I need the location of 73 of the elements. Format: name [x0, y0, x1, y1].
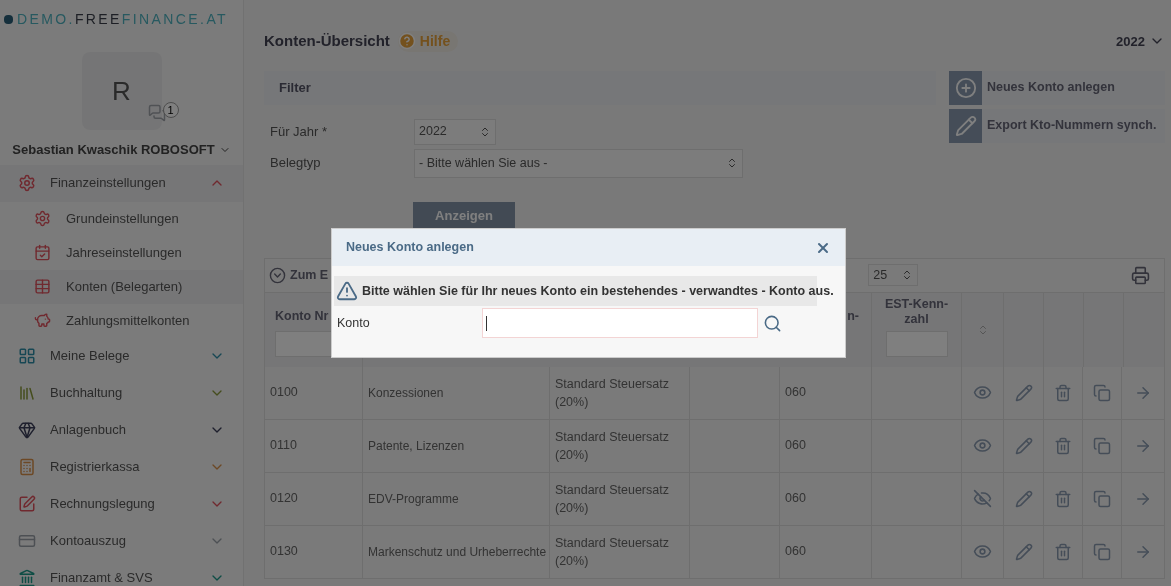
year-selector[interactable]: 2022: [1116, 31, 1165, 51]
pencil-icon: [954, 114, 977, 137]
print-icon[interactable]: [1131, 265, 1150, 285]
table-cell-text: EDV-Programme: [368, 490, 459, 508]
field-label: Konto: [337, 314, 371, 332]
nav-subitem[interactable]: Konten (Belegarten): [0, 269, 243, 304]
logo-text: DEMO.FREE FINANCE.AT: [17, 12, 229, 26]
table-cell-text: 0130: [270, 543, 298, 561]
table-cell-text: 060: [785, 543, 806, 561]
nav-item[interactable]: Buchhaltung: [0, 374, 243, 412]
select-arrows-icon: [726, 157, 738, 169]
table-cell-text: Standard Steuersatz (20%): [555, 481, 670, 517]
nav-item[interactable]: Meine Belege: [0, 337, 243, 375]
table-cell-text: 0110: [270, 437, 297, 455]
table-cell-text: 060: [785, 437, 806, 455]
nav-subitem[interactable]: Jahreseinstellungen: [0, 235, 243, 270]
table-cell-text: 060: [785, 384, 806, 402]
warning-message: Bitte wählen Sie für Ihr neues Konto ein bestehendes - verwandtes - Konto aus.: [362, 282, 834, 300]
filter-title: Filter: [279, 78, 311, 97]
avatar[interactable]: R: [81, 52, 162, 130]
eye-off-icon[interactable]: [973, 489, 992, 508]
collapse-button[interactable]: Zum E: [269, 265, 329, 285]
pencil-icon[interactable]: [1014, 542, 1033, 561]
user-menu[interactable]: Sebastian Kwaschik ROBOSOFT: [12, 140, 231, 160]
table-cell-text: Standard Steuersatz (20%): [555, 534, 670, 570]
plus-icon: [954, 76, 977, 99]
table-cell-text: 0100: [270, 384, 298, 402]
column-header[interactable]: EST-Kenn-zahl: [881, 296, 952, 327]
logo-icon: [4, 14, 13, 24]
nav-item[interactable]: Kontoauszug: [0, 522, 243, 560]
eye-icon[interactable]: [973, 542, 992, 561]
trash-icon[interactable]: [1054, 542, 1072, 561]
table-cell-text: Standard Steuersatz (20%): [555, 375, 670, 411]
trash-icon[interactable]: [1054, 489, 1072, 508]
search-icon[interactable]: [763, 313, 782, 333]
nav-item[interactable]: Finanzeinstellungen: [0, 164, 243, 202]
circle-chevron-icon: [269, 266, 286, 284]
table-cell-text: Standard Steuersatz (20%): [555, 428, 670, 464]
nav-item[interactable]: Anlagenbuch: [0, 411, 243, 449]
select-field[interactable]: - Bitte wählen Sie aus -: [414, 148, 743, 178]
page-title: Konten-Übersicht: [264, 31, 390, 51]
nav-item[interactable]: Finanzamt & SVS: [0, 559, 243, 586]
pencil-icon[interactable]: [1014, 436, 1033, 455]
pencil-icon[interactable]: [1014, 383, 1033, 402]
dialog-title: Neues Konto anlegen: [346, 239, 475, 257]
chat-icon[interactable]: [147, 104, 166, 122]
nav-item[interactable]: Registrierkassa: [0, 448, 243, 486]
select-field[interactable]: 2022: [414, 118, 496, 145]
eye-icon[interactable]: [973, 383, 992, 402]
copy-icon[interactable]: [1093, 489, 1111, 508]
table-cell-text: 060: [785, 490, 806, 508]
page-size-select[interactable]: 25: [868, 264, 919, 286]
nav-item[interactable]: Rechnungslegung: [0, 485, 243, 523]
column-header[interactable]: Konto Nr: [275, 308, 329, 323]
column-header[interactable]: n-: [847, 306, 859, 326]
copy-icon[interactable]: [1093, 383, 1111, 402]
table-cell-text: Patente, Lizenzen: [368, 437, 465, 455]
help-icon: [397, 32, 416, 51]
table-cell-text: Konzessionen: [368, 384, 444, 402]
account-search-field[interactable]: [482, 308, 758, 338]
warning-icon: [336, 280, 358, 302]
table-cell-text: 0120: [270, 490, 298, 508]
notification-badge: 1: [162, 102, 179, 118]
copy-icon[interactable]: [1093, 436, 1111, 455]
field-label: Für Jahr *: [270, 122, 329, 141]
eye-icon[interactable]: [973, 436, 992, 455]
select-arrows-icon: [479, 125, 491, 138]
field-label: Belegtyp: [270, 154, 322, 173]
copy-icon[interactable]: [1093, 542, 1111, 561]
table-cell-text: Markenschutz und Urheberrechte: [368, 543, 547, 561]
trash-icon[interactable]: [1054, 436, 1072, 455]
pencil-icon[interactable]: [1014, 489, 1033, 508]
trash-icon[interactable]: [1054, 383, 1072, 402]
